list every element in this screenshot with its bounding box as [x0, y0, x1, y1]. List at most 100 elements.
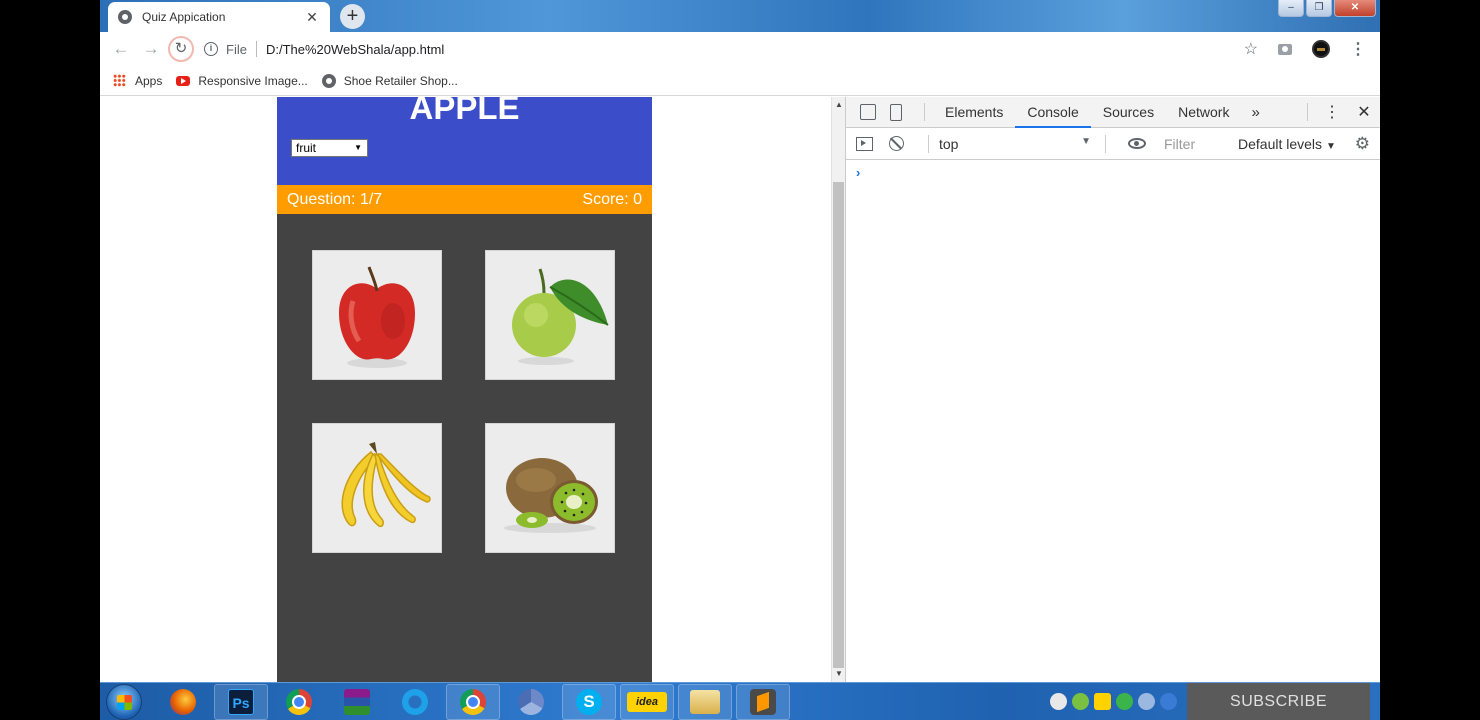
option-card-banana[interactable] — [312, 423, 442, 553]
banana-image — [341, 442, 431, 528]
chevron-down-icon: ▼ — [1081, 135, 1091, 147]
folder-icon — [690, 690, 720, 714]
apps-grid-icon — [113, 74, 126, 87]
device-toolbar-icon[interactable] — [890, 103, 902, 121]
tab-close-icon[interactable]: ✕ — [304, 9, 320, 26]
sublime-text-icon — [750, 689, 776, 715]
tab-console[interactable]: Console — [1015, 97, 1091, 128]
tray-app-icon[interactable] — [1050, 693, 1067, 710]
inspect-element-icon[interactable] — [860, 104, 876, 120]
clear-console-icon[interactable] — [889, 136, 904, 151]
chevron-down-icon: ▼ — [354, 143, 362, 152]
tab-network[interactable]: Network — [1166, 97, 1241, 128]
bookmark-label: Responsive Image... — [198, 73, 308, 88]
forward-button[interactable]: → — [138, 36, 164, 62]
apple-image — [339, 266, 415, 368]
taskbar-idea[interactable]: idea — [620, 684, 674, 720]
bookmark-label: Apps — [135, 73, 163, 88]
youtube-icon — [176, 75, 191, 86]
question-counter: Question: 1/7 — [287, 190, 383, 208]
tray-security-icon[interactable] — [1116, 693, 1133, 710]
bookmark-shoe-retailer[interactable]: Shoe Retailer Shop... — [321, 73, 458, 88]
divider — [1105, 134, 1106, 153]
close-window-button[interactable]: ✕ — [1334, 0, 1376, 17]
more-tabs-icon[interactable]: » — [1241, 104, 1269, 121]
taskbar-winrar[interactable] — [330, 684, 384, 720]
page-scrollbar[interactable]: ▲ ▼ — [831, 97, 845, 682]
divider — [924, 103, 925, 121]
browser-menu-icon[interactable]: ⋮ — [1350, 39, 1366, 59]
log-levels-select[interactable]: Default levels ▼ — [1238, 136, 1336, 152]
subscribe-overlay[interactable]: SUBSCRIBE — [1187, 683, 1370, 720]
windows-taskbar: Ps S idea SUBSCRIBE — [100, 682, 1380, 720]
quiz-header: APPLE fruit ▼ — [277, 91, 652, 185]
scroll-up-icon[interactable]: ▲ — [835, 100, 843, 109]
camera-icon[interactable] — [1278, 43, 1292, 55]
tray-network-icon[interactable] — [1072, 693, 1089, 710]
toolbar-actions: ☆ ⋮ — [1244, 39, 1366, 59]
taskbar-chrome-alt[interactable] — [504, 684, 558, 720]
system-tray — [1050, 693, 1177, 710]
log-levels-label: Default levels — [1238, 135, 1323, 152]
console-settings-gear-icon[interactable]: ⚙ — [1355, 134, 1370, 154]
console-filter-input[interactable]: Filter — [1160, 132, 1232, 155]
bookmark-label: Shoe Retailer Shop... — [343, 73, 458, 88]
tray-volume-icon[interactable] — [1160, 693, 1177, 710]
start-button[interactable] — [106, 684, 142, 720]
url-text[interactable]: D:/The%20WebShala/app.html — [266, 42, 444, 57]
scroll-down-icon[interactable]: ▼ — [835, 669, 843, 678]
tab-strip: Quiz Appication ✕ + – ❐ ✕ — [100, 0, 1380, 32]
address-bar[interactable]: i File D:/The%20WebShala/app.html — [204, 36, 1244, 62]
devtools-menu-icon[interactable]: ⋮ — [1316, 102, 1348, 122]
taskbar-firefox[interactable] — [156, 684, 210, 720]
bookmark-apps[interactable]: Apps — [113, 74, 162, 88]
option-card-kiwi[interactable] — [485, 423, 615, 553]
window-controls: – ❐ ✕ — [1278, 0, 1376, 17]
taskbar-file-explorer[interactable] — [678, 684, 732, 720]
chrome-icon — [286, 689, 312, 715]
reload-button[interactable]: ↻ — [168, 36, 194, 62]
console-prompt-icon[interactable]: › — [856, 165, 860, 180]
chevron-down-icon: ▼ — [1325, 140, 1336, 152]
category-select[interactable]: fruit ▼ — [291, 139, 368, 157]
browser-tab[interactable]: Quiz Appication ✕ — [108, 2, 330, 32]
tray-update-icon[interactable] — [1138, 693, 1155, 710]
scrollbar-thumb[interactable] — [833, 182, 844, 668]
category-selected-value: fruit — [296, 141, 317, 155]
tab-title: Quiz Appication — [142, 10, 226, 24]
tray-idea-icon[interactable] — [1094, 693, 1111, 710]
taskbar-chrome-active[interactable] — [446, 684, 500, 720]
taskbar-photoshop[interactable]: Ps — [214, 684, 268, 720]
photoshop-icon: Ps — [228, 689, 254, 715]
taskbar-skype[interactable]: S — [562, 684, 616, 720]
quiz-app: APPLE fruit ▼ Question: 1/7 Score: 0 — [277, 91, 652, 682]
taskbar-internet-explorer[interactable] — [388, 684, 442, 720]
profile-avatar[interactable] — [1312, 40, 1330, 58]
taskbar-sublime-text[interactable] — [736, 684, 790, 720]
idea-icon: idea — [627, 692, 667, 712]
tab-sources[interactable]: Sources — [1091, 97, 1166, 128]
back-button[interactable]: ← — [108, 36, 134, 62]
page-favicon-icon — [118, 10, 132, 24]
page-viewport: APPLE fruit ▼ Question: 1/7 Score: 0 — [100, 91, 844, 682]
divider — [1307, 103, 1308, 121]
bookmark-star-icon[interactable]: ☆ — [1244, 39, 1258, 59]
firefox-icon — [170, 689, 196, 715]
context-select[interactable]: top ▼ — [937, 136, 1097, 152]
taskbar-chrome[interactable] — [272, 684, 326, 720]
live-expression-eye-icon[interactable] — [1128, 138, 1146, 149]
new-tab-button[interactable]: + — [340, 4, 365, 29]
minimize-button[interactable]: – — [1278, 0, 1304, 17]
browser-window: Quiz Appication ✕ + – ❐ ✕ ← → ↻ i File D… — [100, 0, 1380, 682]
quiz-status-bar: Question: 1/7 Score: 0 — [277, 185, 652, 214]
devtools-close-icon[interactable]: ✕ — [1348, 102, 1380, 122]
winrar-icon — [344, 689, 370, 715]
console-toolbar: top ▼ Filter Default levels ▼ ⚙ — [846, 128, 1380, 160]
option-card-guava[interactable] — [485, 250, 615, 380]
site-info-icon[interactable]: i — [204, 42, 218, 56]
bookmark-responsive-image[interactable]: Responsive Image... — [176, 73, 308, 88]
console-sidebar-icon[interactable] — [856, 136, 873, 151]
option-card-apple[interactable] — [312, 250, 442, 380]
tab-elements[interactable]: Elements — [933, 97, 1015, 128]
maximize-button[interactable]: ❐ — [1306, 0, 1332, 17]
